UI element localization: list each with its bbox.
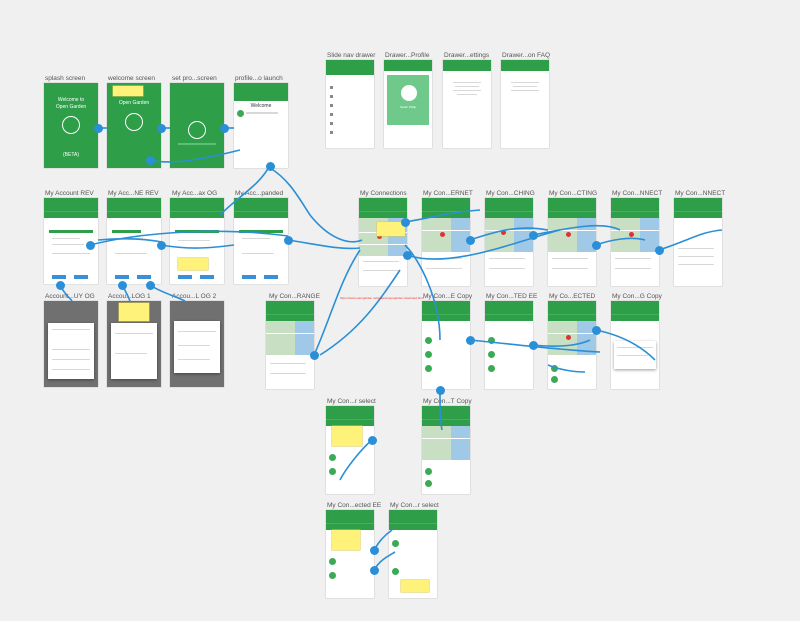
prototype-canvas: splash screen Welcome to Open Garden (BE…	[0, 0, 800, 621]
link-hotspot[interactable]	[283, 235, 293, 245]
link-hotspot[interactable]	[219, 123, 229, 133]
link-hotspot[interactable]	[369, 545, 379, 555]
link-hotspot[interactable]	[528, 230, 538, 240]
link-hotspot[interactable]	[145, 155, 155, 165]
link-hotspot[interactable]	[55, 280, 65, 290]
link-hotspot[interactable]	[265, 161, 275, 171]
link-hotspot[interactable]	[93, 123, 103, 133]
link-hotspot[interactable]	[528, 340, 538, 350]
link-hotspot[interactable]	[369, 565, 379, 575]
link-hotspot[interactable]	[465, 335, 475, 345]
link-hotspot[interactable]	[85, 240, 95, 250]
link-hotspot[interactable]	[465, 235, 475, 245]
annotation-link-url: https://www.opengarden.net/pages/opengar…	[340, 296, 424, 300]
prototype-links	[59, 127, 723, 571]
link-hotspot[interactable]	[591, 325, 601, 335]
link-hotspot[interactable]	[156, 123, 166, 133]
link-hotspot[interactable]	[145, 280, 155, 290]
link-hotspot[interactable]	[367, 435, 377, 445]
link-hotspot[interactable]	[309, 350, 319, 360]
link-hotspot[interactable]	[402, 250, 412, 260]
link-hotspot[interactable]	[654, 245, 664, 255]
link-hotspot[interactable]	[117, 280, 127, 290]
link-hotspot[interactable]	[156, 240, 166, 250]
link-hotspot[interactable]	[591, 240, 601, 250]
link-hotspot[interactable]	[400, 217, 410, 227]
link-hotspot[interactable]	[435, 385, 445, 395]
